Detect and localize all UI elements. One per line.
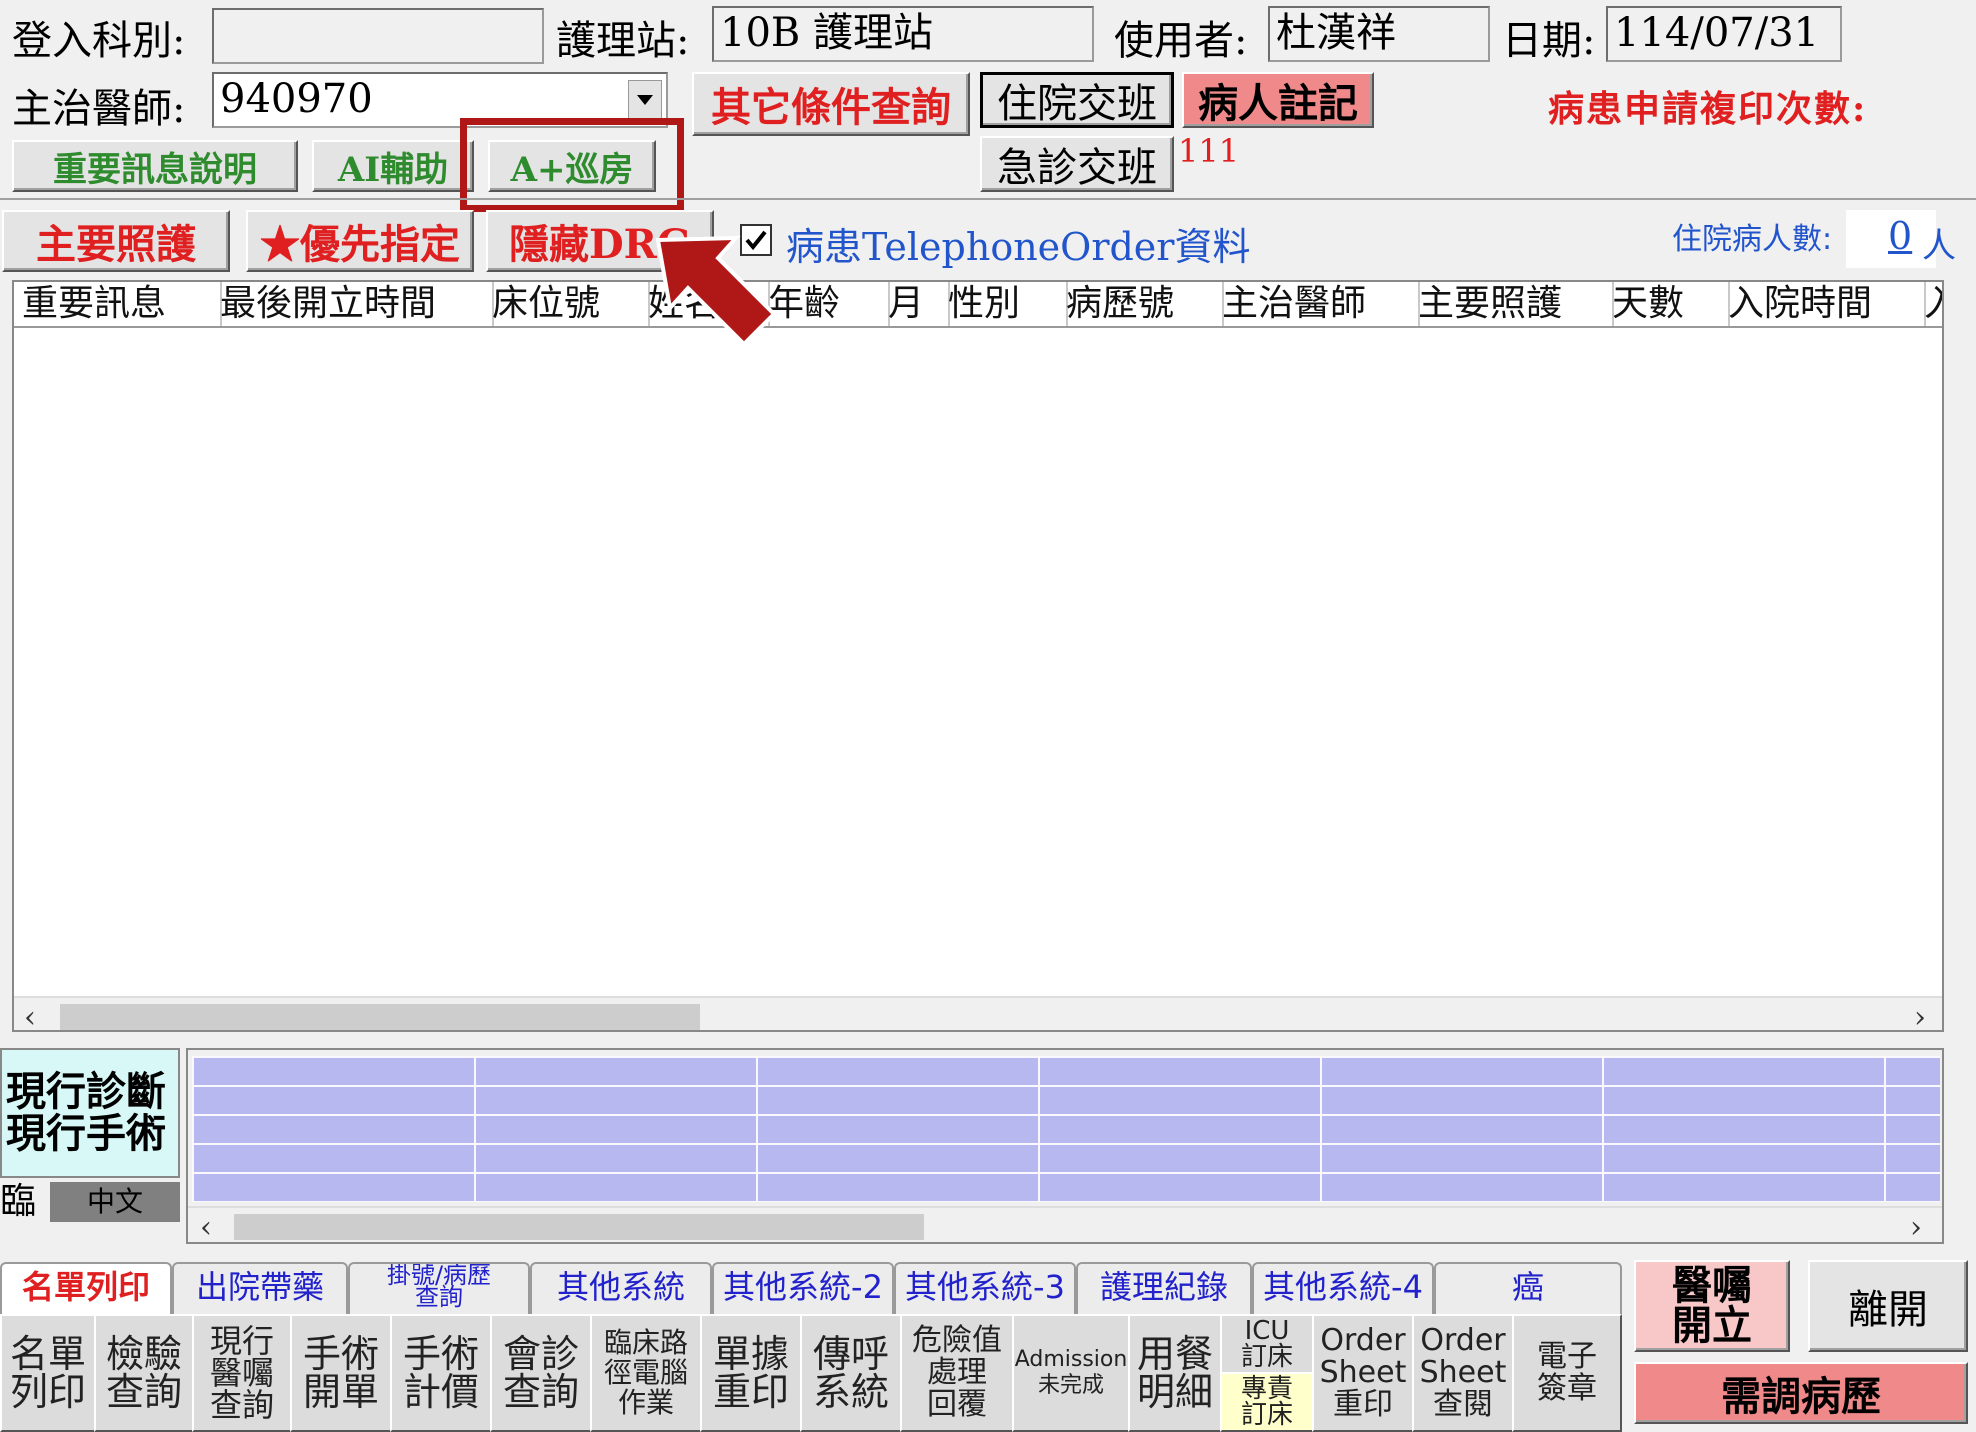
diagnosis-scrollbar[interactable]: ‹ › xyxy=(188,1206,1942,1242)
tab-other-system-3[interactable]: 其他系統-3 xyxy=(894,1262,1076,1314)
col-header[interactable]: 入院時間 xyxy=(1720,282,1926,326)
col-header[interactable]: 重要訊息 xyxy=(14,282,222,326)
patient-table[interactable]: 重要訊息 最後開立時間 床位號 姓名 年齡 月 性別 病歷號 主治醫師 主要照護… xyxy=(12,280,1944,1032)
diagnosis-cells[interactable] xyxy=(192,1056,1940,1202)
other-query-button[interactable]: 其它條件查詢 xyxy=(692,72,970,136)
name-print-button[interactable]: 名單 列印 xyxy=(0,1314,96,1432)
order-entry-button[interactable]: 醫囑 開立 xyxy=(1634,1260,1790,1352)
consult-query-button[interactable]: 會診 查詢 xyxy=(490,1314,592,1432)
table-scrollbar[interactable]: ‹ › xyxy=(14,996,1942,1030)
diagnosis-grid[interactable]: ‹ › xyxy=(186,1048,1944,1244)
print-request-label: 病患申請複印次數: xyxy=(1548,88,1868,130)
inpatient-count-value: 0 xyxy=(1888,214,1913,258)
col-header[interactable]: 天數 xyxy=(1604,282,1730,326)
important-info-button[interactable]: 重要訊息說明 xyxy=(12,140,298,192)
col-header[interactable]: 主要照護 xyxy=(1410,282,1614,326)
date-label: 日期: xyxy=(1502,18,1596,64)
pager-system-button[interactable]: 傳呼 系統 xyxy=(800,1314,902,1432)
inpatient-handover-button[interactable]: 住院交班 xyxy=(980,72,1174,128)
meal-detail-button[interactable]: 用餐 明細 xyxy=(1128,1314,1222,1432)
e-signature-button[interactable]: 電子 簽章 xyxy=(1512,1314,1622,1432)
table-header: 重要訊息 最後開立時間 床位號 姓名 年齡 月 性別 病歷號 主治醫師 主要照護… xyxy=(14,282,1942,328)
order-sheet-view-button[interactable]: Order Sheet 查閱 xyxy=(1412,1314,1514,1432)
station-field[interactable]: 10B 護理站 xyxy=(712,6,1094,62)
station-label: 護理站: xyxy=(556,18,690,64)
admission-incomplete-button[interactable]: Admission 未完成 xyxy=(1012,1314,1130,1432)
function-button-bar: 名單 列印 檢驗 查詢 現行 醫囑 查詢 手術 開單 手術 計價 會診 查詢 臨… xyxy=(0,1314,1622,1432)
dedicated-booking-button[interactable]: 專責 訂床 xyxy=(1220,1372,1314,1432)
icu-booking-button[interactable]: ICU 訂床 xyxy=(1220,1314,1314,1374)
er-handover-button[interactable]: 急診交班 xyxy=(980,136,1174,192)
col-header[interactable]: 病歷號 xyxy=(1058,282,1224,326)
surgery-order-button[interactable]: 手術 開單 xyxy=(290,1314,392,1432)
tab-name-print[interactable]: 名單列印 xyxy=(0,1262,172,1314)
receipt-reprint-button[interactable]: 單據 重印 xyxy=(700,1314,802,1432)
tab-other-system-4[interactable]: 其他系統-4 xyxy=(1252,1262,1434,1314)
col-header[interactable]: 入 xyxy=(1916,282,1942,326)
tab-other-system[interactable]: 其他系統 xyxy=(530,1262,712,1314)
clinical-pathway-button[interactable]: 臨床路 徑電腦 作業 xyxy=(590,1314,702,1432)
current-diagnosis-label: 現行診斷 xyxy=(6,1068,166,1115)
col-header[interactable]: 床位號 xyxy=(484,282,650,326)
mode-clinical-label: 臨 xyxy=(0,1181,37,1222)
scroll-thumb[interactable] xyxy=(60,1004,700,1030)
doctor-select-value: 940970 xyxy=(220,76,373,122)
col-header[interactable]: 性別 xyxy=(940,282,1068,326)
current-surgery-label: 現行手術 xyxy=(6,1110,166,1157)
scroll-right-icon[interactable]: › xyxy=(1910,1210,1922,1242)
order-sheet-reprint-button[interactable]: Order Sheet 重印 xyxy=(1312,1314,1414,1432)
scroll-left-icon[interactable]: ‹ xyxy=(200,1210,212,1242)
count-red-text: 111 xyxy=(1178,132,1240,170)
user-field: 杜漢祥 xyxy=(1268,6,1490,62)
scroll-thumb[interactable] xyxy=(234,1214,924,1240)
scroll-right-icon[interactable]: › xyxy=(1914,1000,1926,1030)
tab-nursing-record[interactable]: 護理紀錄 xyxy=(1076,1262,1252,1314)
diagnosis-panel: 現行診斷 現行手術 xyxy=(0,1048,180,1178)
priority-assign-button[interactable]: ★優先指定 xyxy=(246,210,474,272)
red-arrow-icon xyxy=(655,235,777,347)
inpatient-count-unit: 人 xyxy=(1922,226,1956,266)
primary-care-button[interactable]: 主要照護 xyxy=(2,210,230,272)
tab-registration-query[interactable]: 掛號/病歷 查詢 xyxy=(348,1262,530,1314)
current-order-query-button[interactable]: 現行 醫囑 查詢 xyxy=(192,1314,292,1432)
dept-field[interactable] xyxy=(212,8,544,64)
scroll-left-icon[interactable]: ‹ xyxy=(24,1000,36,1030)
lab-query-button[interactable]: 檢驗 查詢 xyxy=(94,1314,194,1432)
tab-other-system-2[interactable]: 其他系統-2 xyxy=(712,1262,894,1314)
doctor-label: 主治醫師: xyxy=(12,86,186,132)
tab-cancer[interactable]: 癌 xyxy=(1434,1262,1622,1314)
function-tabs: 名單列印 出院帶藥 掛號/病歷 查詢 其他系統 其他系統-2 其他系統-3 護理… xyxy=(0,1262,1622,1314)
surgery-billing-button[interactable]: 手術 計價 xyxy=(390,1314,492,1432)
patient-note-button[interactable]: 病人註記 xyxy=(1182,72,1374,128)
chart-request-button[interactable]: 需調病歷 xyxy=(1634,1362,1968,1424)
telephone-order-label: 病患TelephoneOrder資料 xyxy=(786,225,1251,269)
col-header[interactable]: 主治醫師 xyxy=(1214,282,1420,326)
user-label: 使用者: xyxy=(1114,18,1248,64)
date-field: 114/07/31 xyxy=(1606,6,1842,62)
chevron-down-icon[interactable] xyxy=(628,80,662,120)
inpatient-count-label: 住院病人數: xyxy=(1672,222,1833,257)
critical-value-button[interactable]: 危險值 處理 回覆 xyxy=(900,1314,1014,1432)
col-header[interactable]: 最後開立時間 xyxy=(212,282,494,326)
mode-chinese-button[interactable]: 中文 xyxy=(50,1182,180,1222)
divider xyxy=(0,198,1976,200)
exit-button[interactable]: 離開 xyxy=(1808,1260,1968,1352)
dept-label: 登入科別: xyxy=(12,18,186,64)
ai-assist-button[interactable]: AI輔助 xyxy=(312,140,474,192)
tab-discharge-meds[interactable]: 出院帶藥 xyxy=(172,1262,348,1314)
